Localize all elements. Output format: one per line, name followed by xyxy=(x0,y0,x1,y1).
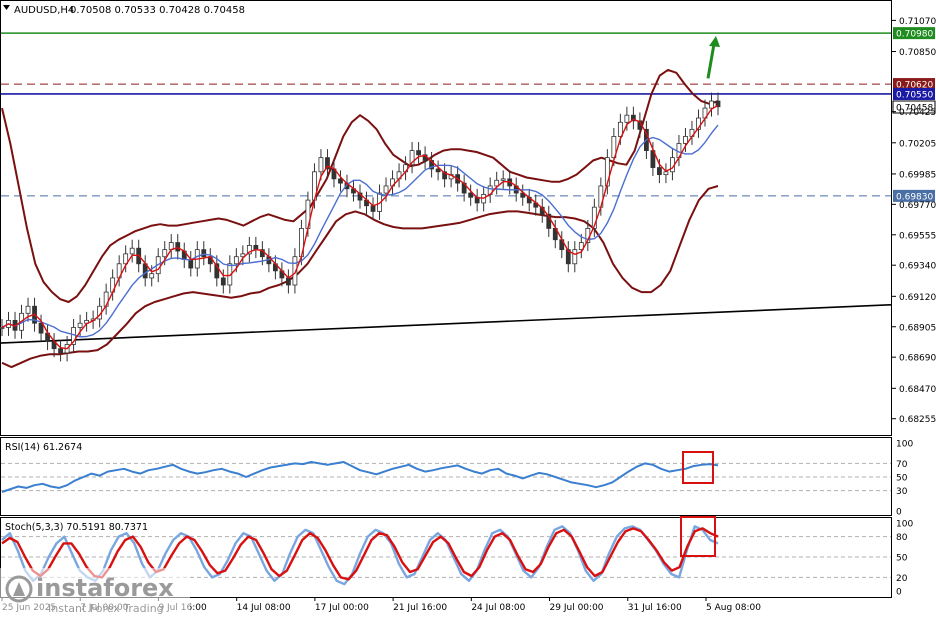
chart-header-ohlc: 0.70508 0.70533 0.70428 0.70458 xyxy=(70,5,245,16)
oscillator-tick-label: 70 xyxy=(896,460,908,470)
chart-window: 0.70980 0.70620 0.70550 0.70458 0.69830 0.71… xyxy=(0,0,936,618)
candle-body xyxy=(220,277,226,286)
time-tick-label: 14 Jul 08:00 xyxy=(237,603,291,613)
oscillator-tick-label: 100 xyxy=(896,440,913,450)
candle-body xyxy=(162,249,168,258)
candle-body xyxy=(285,277,291,286)
price-tick-label: 0.71070 xyxy=(899,17,936,27)
price-tick-label: 0.69985 xyxy=(899,170,936,180)
candle-body xyxy=(25,305,31,314)
candle-body xyxy=(416,150,421,156)
candle-body xyxy=(77,322,83,328)
candle-body xyxy=(0,327,5,329)
oscillator-tick-label: 50 xyxy=(896,474,908,484)
time-tick-label: 31 Jul 16:00 xyxy=(628,603,682,613)
oscillator-tick-label: 100 xyxy=(896,520,913,530)
candle-body xyxy=(683,136,688,144)
oscillator-tick-label: 20 xyxy=(896,574,908,584)
main-panel-frame xyxy=(0,0,892,436)
oscillator-tick-label: 50 xyxy=(896,554,908,564)
time-tick-label: 21 Jul 16:00 xyxy=(393,603,447,613)
candle-body xyxy=(175,242,181,252)
candle-body xyxy=(233,256,239,265)
candle-body xyxy=(435,168,441,173)
candle-body xyxy=(149,273,155,279)
watermark-tagline: Instant Forex Trading xyxy=(48,602,164,615)
time-tick-label: 5 Aug 08:00 xyxy=(706,603,761,613)
instaforex-watermark: instaforex Instant Forex Trading xyxy=(0,568,190,618)
symbol-label: AUDUSD,H4 xyxy=(14,5,74,16)
candle-body xyxy=(624,114,630,123)
price-tick-label: 0.68905 xyxy=(899,323,936,333)
level-tag-label: 0.70980 xyxy=(896,30,933,40)
candle-body xyxy=(129,247,135,255)
price-tick-label: 0.68690 xyxy=(899,354,936,364)
oscillator-tick-label: 80 xyxy=(896,533,908,543)
price-tick-label: 0.69340 xyxy=(899,262,936,272)
candle-body xyxy=(383,185,389,194)
candle-body xyxy=(338,178,343,184)
price-tick-label: 0.70205 xyxy=(899,139,936,149)
price-tick-label: 0.69770 xyxy=(899,201,936,211)
candle-body xyxy=(188,259,194,269)
price-tick-label: 0.68255 xyxy=(899,415,936,425)
candle-body xyxy=(709,100,714,109)
stoch-label: Stoch(5,3,3) 70.5191 80.7371 xyxy=(5,522,148,533)
price-tick-label: 0.69120 xyxy=(899,293,936,303)
oscillator-tick-label: 0 xyxy=(896,588,902,598)
price-tick-label: 0.69555 xyxy=(899,231,936,241)
candle-body xyxy=(572,249,578,265)
candle-body xyxy=(58,348,63,354)
candle-body xyxy=(657,167,662,176)
time-tick-label: 17 Jul 00:00 xyxy=(315,603,369,613)
level-tag-label: 0.70550 xyxy=(896,90,933,100)
candle-body xyxy=(468,192,474,198)
candle-body xyxy=(318,157,324,173)
candle-body xyxy=(663,171,669,176)
candle-body xyxy=(370,205,376,212)
candle-body xyxy=(201,249,207,258)
watermark-brand: instaforex xyxy=(36,574,174,602)
rsi-label: RSI(14) 61.2674 xyxy=(5,442,82,453)
price-tick-label: 0.70425 xyxy=(899,108,936,118)
price-tick-label: 0.70850 xyxy=(899,48,936,58)
time-tick-label: 29 Jul 00:00 xyxy=(550,603,604,613)
price-tick-label: 0.68470 xyxy=(899,385,936,395)
chart-header-symbol: AUDUSD,H4 xyxy=(14,5,74,16)
oscillator-tick-label: 30 xyxy=(896,487,908,497)
price-chart: 0.709800.706200.705500.704580.69830 0.71… xyxy=(0,0,936,613)
oscillator-tick-label: 0 xyxy=(896,508,902,518)
candle-body xyxy=(500,178,506,181)
time-tick-label: 24 Jul 08:00 xyxy=(471,603,525,613)
